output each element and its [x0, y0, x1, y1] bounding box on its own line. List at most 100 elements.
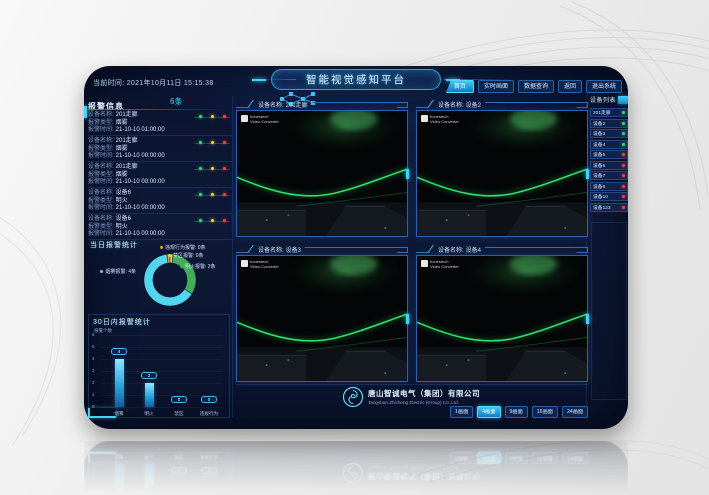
- device-list-item[interactable]: 设备3: [590, 129, 628, 138]
- device-list-sidebar: 设备列表 201走廊 设备2 设备3 设备4: [590, 94, 628, 426]
- video-panel-header: 设备名称:设备3: [236, 243, 408, 255]
- video-panel-header: 设备名称:设备2: [416, 98, 588, 110]
- status-dot: [622, 174, 625, 177]
- status-dot: [622, 143, 625, 146]
- status-dot: [622, 185, 625, 188]
- device-list-item[interactable]: 设备5: [590, 150, 628, 159]
- y-tick: 1: [92, 392, 95, 397]
- y-tick: 2: [92, 380, 95, 385]
- stage: 当前时间: 2021年10月11日 15:15:38 智能视觉感知平台 首页实时…: [0, 0, 709, 495]
- device-list-item[interactable]: 设备2: [590, 119, 628, 128]
- device-list-title: 设备列表: [590, 95, 616, 104]
- video-feed[interactable]: honestech Video Converter: [236, 255, 408, 382]
- status-dot: [622, 132, 625, 135]
- donut-label: 禁区报警: 0条: [168, 252, 204, 259]
- alarm-info-header: 报警信息 6条: [88, 96, 232, 109]
- alarm-sidebar: 报警信息 6条 设备名称:201走廊 报警类型:烟雾 报警时间:21-10-10…: [88, 96, 232, 428]
- bar-chart: 01234564烟雾2明火0禁区0违规行为: [89, 323, 227, 419]
- bar: [115, 359, 124, 407]
- watermark: honestech Video Converter: [421, 260, 459, 269]
- watermark: honestech Video Converter: [241, 260, 279, 269]
- device-list-item[interactable]: 设备6: [590, 161, 628, 170]
- video-panel: 设备名称:设备3: [236, 243, 408, 382]
- alarm-entry[interactable]: 设备名称:201走廊 报警类型:烟雾 报警时间:21-10-10 00:00:0…: [88, 136, 232, 162]
- alarm-list: 设备名称:201走廊 报警类型:烟雾 报警时间:21-10-10 01:00:0…: [88, 110, 232, 240]
- bar-value: 0: [201, 396, 217, 403]
- alarm-entry[interactable]: 设备名称:设备6 报警类型:明火 报警时间:21-10-10 00:00:00: [88, 188, 232, 214]
- view-button[interactable]: 1画面: [450, 406, 473, 418]
- alarm-level-indicator: [194, 219, 230, 223]
- daily-alarm-title: 当日报警统计: [90, 240, 138, 250]
- view-switcher: 1画面 4画面 9画面 16画面 24画面: [450, 406, 588, 418]
- alarm-level-indicator: [194, 115, 230, 119]
- daily-alarm-section: 当日报警统计 烟雾报警: 4条 明火报警: 2条 禁区报警: 0条 违规行为报警…: [88, 242, 232, 314]
- status-dot: [622, 122, 625, 125]
- nav-button[interactable]: 数据查询: [518, 80, 554, 93]
- status-dot: [622, 195, 625, 198]
- video-feed[interactable]: honestech Video Converter: [416, 255, 588, 382]
- y-tick: 5: [92, 344, 95, 349]
- company-name-en: Tangshan Zhicheng Electric (Group) Co.,L…: [368, 400, 480, 405]
- alarm-level-indicator: [194, 167, 230, 171]
- slash-deco: [247, 245, 258, 253]
- donut-label: 烟雾报警: 4条: [88, 268, 136, 275]
- panel-side-accent: [406, 169, 409, 179]
- alarm-entry[interactable]: 设备名称:设备6 报警类型:明火 报警时间:21-10-10 00:00:00: [88, 214, 232, 240]
- header-deco-line: [305, 247, 408, 248]
- slash-deco: [427, 245, 438, 253]
- page-title-frame: 智能视觉感知平台: [271, 69, 441, 90]
- panel-side-accent: [586, 314, 589, 324]
- sidebar-frame: [591, 222, 627, 400]
- video-feed[interactable]: honestech Video Converter: [416, 110, 588, 237]
- watermark-logo-icon: [241, 260, 248, 267]
- alarm-entry[interactable]: 设备名称:201走廊 报警类型:烟雾 报警时间:21-10-10 00:00:0…: [88, 162, 232, 188]
- daily-alarm-donut: [140, 250, 200, 310]
- bar-value: 2: [141, 372, 157, 379]
- view-button[interactable]: 9画面: [505, 406, 528, 418]
- y-tick: 3: [92, 368, 95, 373]
- device-list-item[interactable]: 设备10: [590, 192, 628, 201]
- watermark: honestech Video Converter: [241, 115, 279, 124]
- donut-label: 违规行为报警: 0条: [160, 244, 206, 251]
- status-dot: [622, 153, 625, 156]
- x-tick-label: 禁区: [164, 411, 194, 417]
- screen-reflection: 当前时间: 2021年10月11日 15:15:38 智能视觉感知平台 首页实时…: [84, 441, 628, 495]
- nav-button[interactable]: 返回: [558, 80, 582, 93]
- nav-button[interactable]: 退出系统: [586, 80, 622, 93]
- y-tick: 4: [92, 356, 95, 361]
- header-deco-line: [485, 247, 588, 248]
- company-block: 唐山智诚电气（集团）有限公司 Tangshan Zhicheng Electri…: [368, 388, 480, 405]
- device-list-item[interactable]: 201走廊: [590, 108, 628, 117]
- video-panel: 设备名称:设备2: [416, 98, 588, 237]
- view-button[interactable]: 4画面: [477, 406, 500, 418]
- view-button[interactable]: 24画面: [562, 406, 588, 418]
- y-tick: 6: [92, 332, 95, 337]
- edge-accent: [84, 106, 87, 118]
- slash-deco: [247, 100, 258, 108]
- alarm-entry[interactable]: 设备名称:201走廊 报警类型:烟雾 报警时间:21-10-10 01:00:0…: [88, 110, 232, 136]
- device-list-item[interactable]: 设备123: [590, 203, 628, 212]
- y-tick: 0: [92, 404, 95, 409]
- status-dot: [622, 111, 625, 114]
- watermark-logo-icon: [421, 115, 428, 122]
- current-time: 当前时间: 2021年10月11日 15:15:38: [93, 78, 214, 88]
- x-tick-label: 违规行为: [194, 411, 224, 417]
- view-button[interactable]: 16画面: [532, 406, 558, 418]
- device-list-more-tab[interactable]: [618, 96, 628, 104]
- panel-side-accent: [406, 314, 409, 324]
- device-list-item[interactable]: 设备8: [590, 182, 628, 191]
- footer-divider: [236, 384, 588, 385]
- alarm-count-badge: 6条: [170, 96, 182, 107]
- monthly-alarm-section: 30日内报警统计 报警个数 01234564烟雾2明火0禁区0违规行为: [88, 314, 230, 418]
- panel-side-accent: [586, 169, 589, 179]
- device-list-item[interactable]: 设备7: [590, 171, 628, 180]
- company-logo: [342, 386, 364, 408]
- nav-button[interactable]: 首页: [446, 80, 474, 93]
- page-title: 智能视觉感知平台: [306, 72, 406, 87]
- header-deco-line: [485, 102, 588, 103]
- video-panel: 设备名称:设备4: [416, 243, 588, 382]
- nav-button[interactable]: 实时画面: [478, 80, 514, 93]
- video-feed[interactable]: honestech Video Converter: [236, 110, 408, 237]
- device-list-item[interactable]: 设备4: [590, 140, 628, 149]
- gridline: [101, 335, 223, 336]
